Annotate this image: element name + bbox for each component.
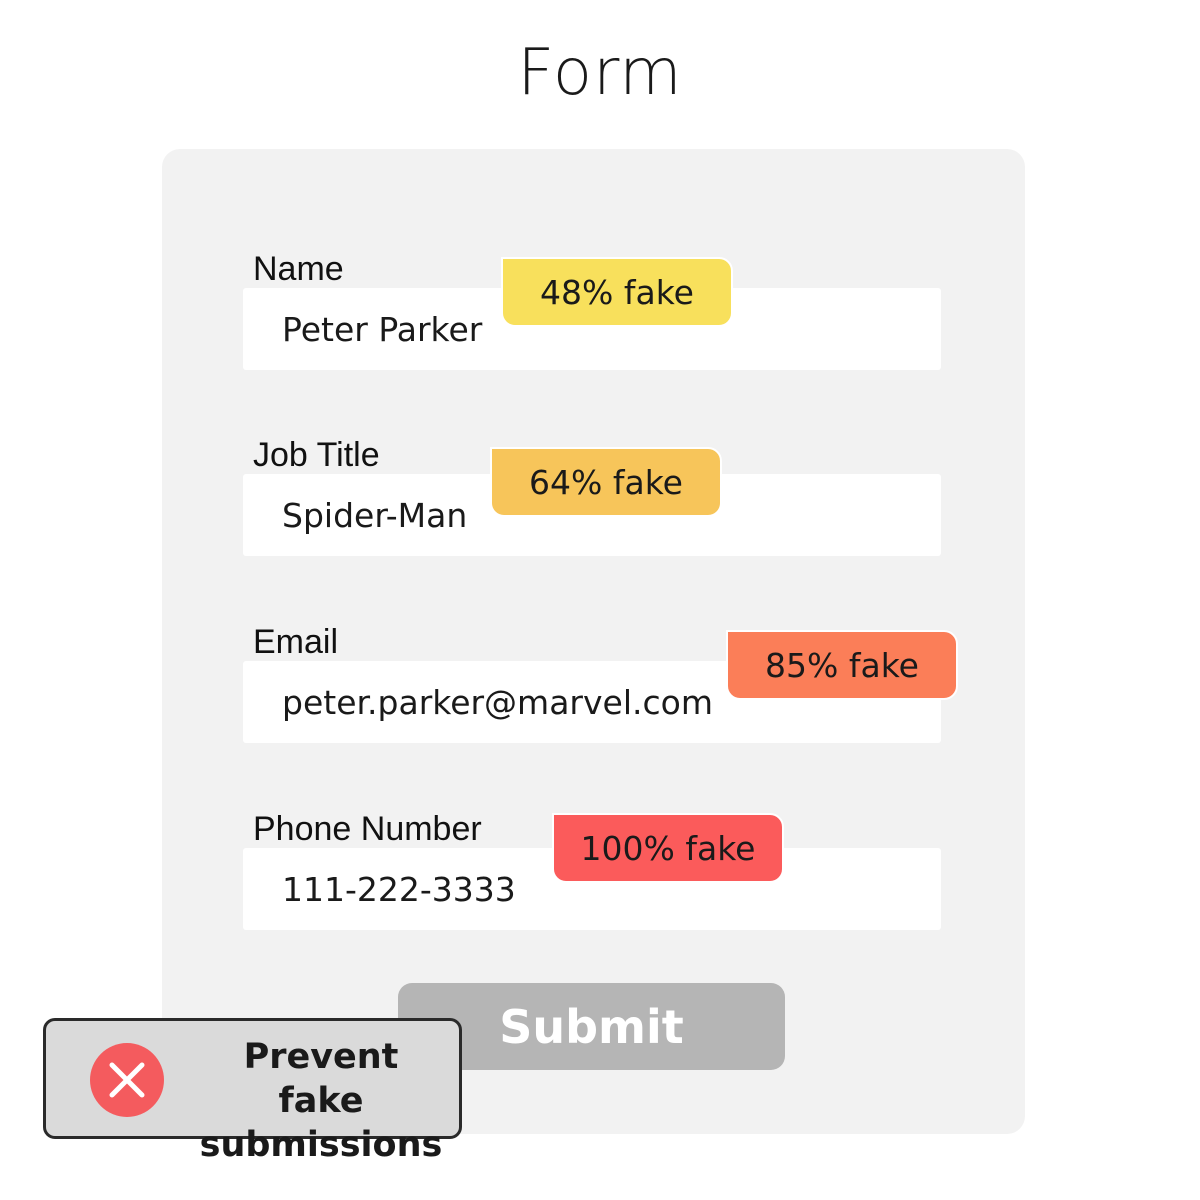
toast-message: Prevent fake submissions bbox=[196, 1035, 446, 1167]
toast-message-line1: Prevent fake bbox=[243, 1037, 399, 1121]
prevent-fake-toast: Prevent fake submissions bbox=[43, 1018, 462, 1165]
email-label: Email bbox=[253, 623, 339, 661]
phone-number-label: Phone Number bbox=[253, 810, 482, 848]
close-circle-icon bbox=[90, 1043, 164, 1117]
phone-number-fake-badge: 100% fake bbox=[552, 813, 784, 883]
name-label: Name bbox=[253, 250, 344, 288]
job-title-label: Job Title bbox=[253, 436, 380, 474]
toast-message-line2: submissions bbox=[199, 1125, 443, 1165]
name-fake-badge: 48% fake bbox=[501, 257, 733, 327]
page-title: Form bbox=[517, 36, 683, 110]
job-title-fake-badge: 64% fake bbox=[490, 447, 722, 517]
email-fake-badge: 85% fake bbox=[726, 630, 958, 700]
